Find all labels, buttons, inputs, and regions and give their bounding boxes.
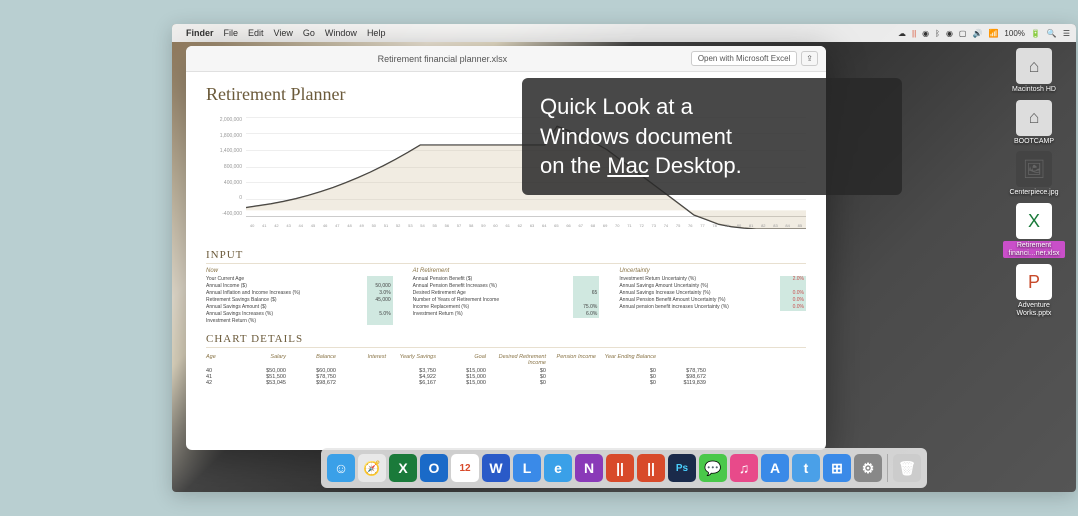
menu-view[interactable]: View	[274, 28, 293, 38]
input-row: Annual Inflation and Income Increases (%…	[206, 290, 393, 297]
wifi-icon[interactable]: ◉	[946, 29, 953, 38]
notification-icon[interactable]: ☰	[1063, 29, 1070, 38]
quicklook-titlebar[interactable]: Retirement financial planner.xlsx Open w…	[186, 46, 826, 72]
dock-safari[interactable]: 🧭	[358, 454, 386, 482]
dock-settings[interactable]: ⚙	[854, 454, 882, 482]
input-row: Annual Savings Increase Uncertainty (%)0…	[619, 290, 806, 297]
airplay-icon[interactable]: ▢	[959, 29, 967, 38]
menubar: Finder File Edit View Go Window Help ☁ |…	[172, 24, 1076, 42]
input-row: Annual Pension Benefit Increases (%)	[413, 283, 600, 290]
menu-edit[interactable]: Edit	[248, 28, 264, 38]
input-row: Desired Retirement Age65	[413, 290, 600, 297]
battery-percent[interactable]: 100%	[1004, 29, 1024, 38]
input-col-retirement: At Retirement Annual Pension Benefit ($)…	[413, 268, 600, 325]
input-row: Investment Return Uncertainty (%)2.0%	[619, 276, 806, 283]
dock-onenote[interactable]: N	[575, 454, 603, 482]
dock-outlook[interactable]: O	[420, 454, 448, 482]
desktop-icon-retirement-xlsx[interactable]: X Retirement financi…ner.xlsx	[1002, 203, 1066, 258]
input-row: Annual Savings Increases (%)5.0%	[206, 311, 393, 318]
menubar-app[interactable]: Finder	[186, 28, 214, 38]
input-row: Income Replacement (%)75.0%	[413, 304, 600, 311]
dock-photoshop[interactable]: Ps	[668, 454, 696, 482]
input-row: Investment Return (%)6.0%	[413, 311, 600, 318]
dock-parallels[interactable]: ||	[606, 454, 634, 482]
annotation-overlay: Quick Look at a Windows document on the …	[522, 78, 902, 195]
image-file-icon: 🖼	[1016, 151, 1052, 187]
mac-desktop: Finder File Edit View Go Window Help ☁ |…	[172, 24, 1076, 492]
input-row: Annual pension benefit increases Uncerta…	[619, 304, 806, 311]
input-row: Annual Pension Benefit ($)	[413, 276, 600, 283]
menu-window[interactable]: Window	[325, 28, 357, 38]
desktop-icon-adventure-pptx[interactable]: P Adventure Works.pptx	[1002, 264, 1066, 317]
input-row: Retirement Savings Balance ($)45,000	[206, 297, 393, 304]
dock-trash[interactable]: 🗑	[893, 454, 921, 482]
dock-finder[interactable]: ☺	[327, 454, 355, 482]
dock-excel[interactable]: X	[389, 454, 417, 482]
chart-y-axis: 2,000,000 1,800,000 1,400,000 800,000 40…	[208, 117, 242, 217]
menu-file[interactable]: File	[224, 28, 239, 38]
drive-icon: ⌂	[1016, 100, 1052, 136]
dock-calendar[interactable]: 12	[451, 454, 479, 482]
excel-file-icon: X	[1016, 203, 1052, 239]
camera-icon[interactable]: ◉	[922, 29, 929, 38]
input-row: Annual Pension Benefit Amount Uncertaint…	[619, 297, 806, 304]
dock-ie[interactable]: e	[544, 454, 572, 482]
input-heading: INPUT	[206, 249, 806, 264]
dock-parallels2[interactable]: ||	[637, 454, 665, 482]
open-with-button[interactable]: Open with Microsoft Excel	[691, 51, 797, 66]
volume-icon[interactable]: 🔊	[972, 29, 982, 38]
parallels-icon[interactable]: ||	[912, 29, 916, 38]
dock-messages[interactable]: 💬	[699, 454, 727, 482]
dock-lync[interactable]: L	[513, 454, 541, 482]
quicklook-title: Retirement financial planner.xlsx	[194, 54, 691, 64]
dock-twitter[interactable]: t	[792, 454, 820, 482]
menu-go[interactable]: Go	[303, 28, 315, 38]
menu-help[interactable]: Help	[367, 28, 386, 38]
spotlight-icon[interactable]: 🔍	[1047, 29, 1057, 38]
input-row: Annual Income ($)50,000	[206, 283, 393, 290]
input-col-uncertainty: Uncertainty Investment Return Uncertaint…	[619, 268, 806, 325]
chart-details-heading: CHART DETAILS	[206, 333, 806, 348]
desktop-icon-centerpiece[interactable]: 🖼 Centerpiece.jpg	[1002, 151, 1066, 197]
drive-icon: ⌂	[1016, 48, 1052, 84]
input-row: Investment Return (%)	[206, 318, 393, 325]
input-row: Number of Years of Retirement Income	[413, 297, 600, 304]
chart-details-table: AgeSalaryBalanceInterestYearly SavingsGo…	[206, 354, 806, 386]
input-col-now: Now Your Current AgeAnnual Income ($)50,…	[206, 268, 393, 325]
chart-x-axis: 4041424344454647484950515253545556575859…	[246, 223, 806, 237]
dock-appstore[interactable]: A	[761, 454, 789, 482]
wifi-signal-icon[interactable]: 📶	[988, 29, 998, 38]
powerpoint-file-icon: P	[1016, 264, 1052, 300]
input-row: Annual Savings Amount Uncertainty (%)	[619, 283, 806, 290]
input-section: Now Your Current AgeAnnual Income ($)50,…	[206, 268, 806, 325]
menubar-right: ☁ || ◉ ᛒ ◉ ▢ 🔊 📶 100% 🔋 🔍 ☰	[898, 29, 1070, 38]
input-row: Annual Savings Amount ($)	[206, 304, 393, 311]
dock-itunes[interactable]: ♫	[730, 454, 758, 482]
input-row: Your Current Age	[206, 276, 393, 283]
desktop-icons: ⌂ Macintosh HD ⌂ BOOTCAMP 🖼 Centerpiece.…	[1002, 48, 1066, 318]
desktop-icon-bootcamp[interactable]: ⌂ BOOTCAMP	[1002, 100, 1066, 146]
bluetooth-icon[interactable]: ᛒ	[935, 29, 940, 38]
dock-windows[interactable]: ⊞	[823, 454, 851, 482]
table-row: 42$53,045$98,672$6,167$15,000$0$0$119,83…	[206, 380, 806, 386]
dropbox-icon[interactable]: ☁	[898, 29, 906, 38]
desktop-icon-macintosh-hd[interactable]: ⌂ Macintosh HD	[1002, 48, 1066, 94]
share-button[interactable]: ⇪	[801, 51, 818, 66]
dock-word[interactable]: W	[482, 454, 510, 482]
dock: ☺🧭XO12WLeN||||Ps💬♫At⊞⚙🗑	[321, 448, 927, 488]
battery-icon[interactable]: 🔋	[1031, 29, 1041, 38]
